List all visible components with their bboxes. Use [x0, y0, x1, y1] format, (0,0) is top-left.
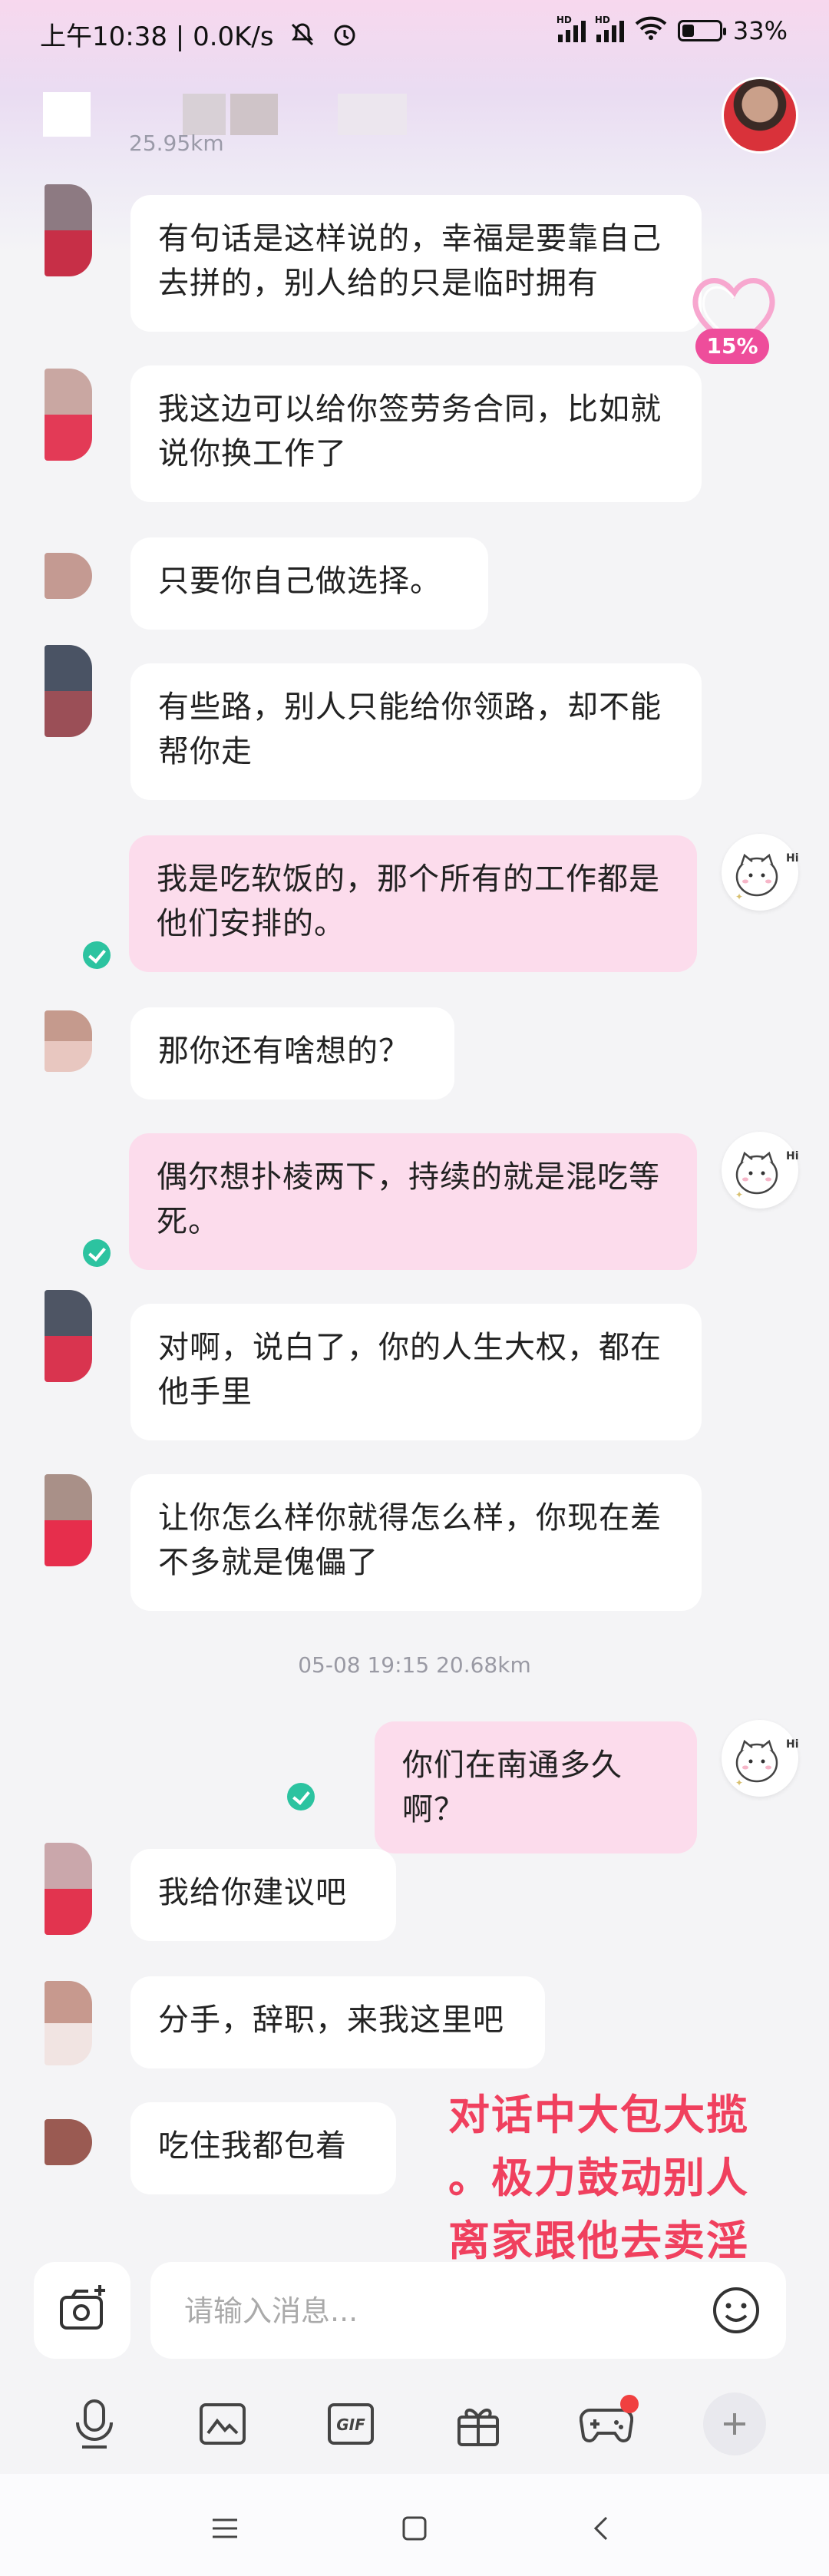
back-icon — [593, 2516, 608, 2541]
svg-text:✦: ✦ — [735, 1777, 743, 1788]
status-time: 上午10:38 — [40, 21, 167, 52]
header-thumbnail[interactable] — [43, 92, 91, 137]
back-button[interactable] — [574, 2502, 628, 2555]
incoming-message[interactable]: 我给你建议吧 — [130, 1849, 396, 1941]
emoji-icon[interactable] — [711, 2285, 761, 2336]
incoming-message[interactable]: 那你还有啥想的？ — [130, 1007, 454, 1100]
contact-name-redacted-3 — [338, 94, 407, 135]
plus-icon — [702, 2392, 766, 2455]
cat-sticker-icon: Hi ✦ — [735, 852, 799, 902]
sender-avatar[interactable] — [45, 184, 92, 276]
annotation-line: 。极力鼓动别人 — [448, 2154, 749, 2202]
sender-avatar[interactable] — [45, 1843, 92, 1935]
sender-avatar[interactable] — [45, 1981, 92, 2065]
cat-sticker-icon: Hi ✦ — [735, 1738, 799, 1788]
svg-text:GIF: GIF — [336, 2416, 365, 2434]
gift-button[interactable] — [440, 2386, 517, 2462]
gift-icon — [457, 2409, 500, 2446]
message-input-box[interactable] — [150, 2262, 786, 2360]
camera-icon — [60, 2285, 105, 2330]
input-bar — [0, 2240, 829, 2360]
sender-avatar[interactable] — [45, 1474, 92, 1566]
my-avatar[interactable]: Hi ✦ — [722, 1720, 799, 1797]
sender-avatar[interactable] — [45, 1010, 92, 1072]
sender-avatar[interactable] — [45, 645, 92, 737]
incoming-message[interactable]: 我这边可以给你签劳务合同，比如就说你换工作了 — [130, 365, 702, 502]
my-avatar[interactable]: Hi ✦ — [722, 1132, 799, 1209]
annotation-line: 对话中大包大揽 — [448, 2091, 749, 2139]
system-nav-bar — [0, 2474, 829, 2576]
incoming-message[interactable]: 有些路，别人只能给你领路，却不能帮你走 — [130, 663, 702, 800]
status-right: HD HD 33% — [557, 15, 788, 46]
sender-avatar[interactable] — [45, 1290, 92, 1382]
gif-icon: GIF — [327, 2403, 374, 2445]
status-left: 上午10:38 | 0.0K/s — [40, 15, 358, 55]
status-bar: 上午10:38 | 0.0K/s HD HD 33% — [0, 0, 829, 71]
contact-name-redacted-2 — [230, 94, 278, 135]
read-check-icon — [83, 1239, 111, 1267]
signal-icon: HD — [557, 15, 586, 42]
mute-icon — [289, 21, 315, 55]
incoming-message[interactable]: 让你怎么样你就得怎么样，你现在差不多就是傀儡了 — [130, 1474, 702, 1611]
my-avatar[interactable]: Hi ✦ — [722, 834, 799, 911]
menu-button[interactable] — [198, 2502, 252, 2555]
chat-header: 25.95km — [0, 71, 829, 163]
gift-progress-badge: 15% — [695, 329, 769, 364]
svg-text:Hi: Hi — [786, 1150, 798, 1162]
sender-avatar[interactable] — [45, 553, 92, 599]
home-button[interactable] — [388, 2502, 441, 2555]
incoming-message[interactable]: 分手，辞职，来我这里吧 — [130, 1976, 545, 2068]
message-input[interactable] — [183, 2262, 677, 2360]
incoming-message[interactable]: 对啊，说白了，你的人生大权，都在他手里 — [130, 1304, 702, 1440]
network-speed: 0.0K/s — [193, 21, 274, 52]
home-icon — [402, 2516, 427, 2541]
svg-text:Hi: Hi — [786, 1738, 798, 1751]
image-button[interactable] — [184, 2386, 261, 2462]
battery-percent: 33% — [732, 16, 788, 45]
more-button[interactable] — [696, 2386, 773, 2462]
menu-icon — [213, 2518, 237, 2538]
signal-icon-2: HD — [595, 15, 624, 42]
wifi-icon — [635, 15, 667, 46]
image-icon — [199, 2403, 246, 2445]
sender-avatar[interactable] — [45, 2119, 92, 2165]
camera-button[interactable] — [34, 2262, 130, 2359]
game-button[interactable] — [568, 2386, 645, 2462]
cat-sticker-icon: Hi ✦ — [735, 1150, 799, 1200]
contact-avatar[interactable] — [722, 77, 798, 154]
svg-text:✦: ✦ — [735, 891, 743, 902]
voice-button[interactable] — [56, 2386, 133, 2462]
incoming-message[interactable]: 吃住我都包着 — [130, 2102, 396, 2194]
notification-dot — [619, 2395, 639, 2413]
chat-toolbar: GIF — [0, 2374, 829, 2474]
gif-button[interactable]: GIF — [312, 2386, 389, 2462]
chat-screen: 上午10:38 | 0.0K/s HD HD 33% 25.95km 有句话是这… — [0, 0, 829, 2576]
alarm-icon — [332, 21, 358, 55]
incoming-message[interactable]: 只要你自己做选择。 — [130, 537, 488, 630]
svg-text:Hi: Hi — [786, 852, 798, 865]
battery-icon — [677, 20, 726, 41]
svg-text:✦: ✦ — [735, 1189, 743, 1200]
message-timestamp: 05-08 19:15 20.68km — [298, 1652, 531, 1678]
read-check-icon — [83, 941, 111, 969]
outgoing-message[interactable]: 偶尔想扑棱两下，持续的就是混吃等死。 — [129, 1133, 697, 1270]
incoming-message[interactable]: 有句话是这样说的，幸福是要靠自己去拼的，别人给的只是临时拥有 — [130, 195, 702, 332]
contact-name-redacted — [183, 94, 226, 135]
outgoing-message[interactable]: 我是吃软饭的，那个所有的工作都是他们安排的。 — [129, 835, 697, 972]
read-check-icon — [287, 1783, 315, 1810]
header-distance: 25.95km — [129, 131, 224, 156]
voice-icon — [76, 2399, 114, 2449]
outgoing-message[interactable]: 你们在南通多久啊？ — [375, 1721, 697, 1853]
sender-avatar[interactable] — [45, 369, 92, 461]
